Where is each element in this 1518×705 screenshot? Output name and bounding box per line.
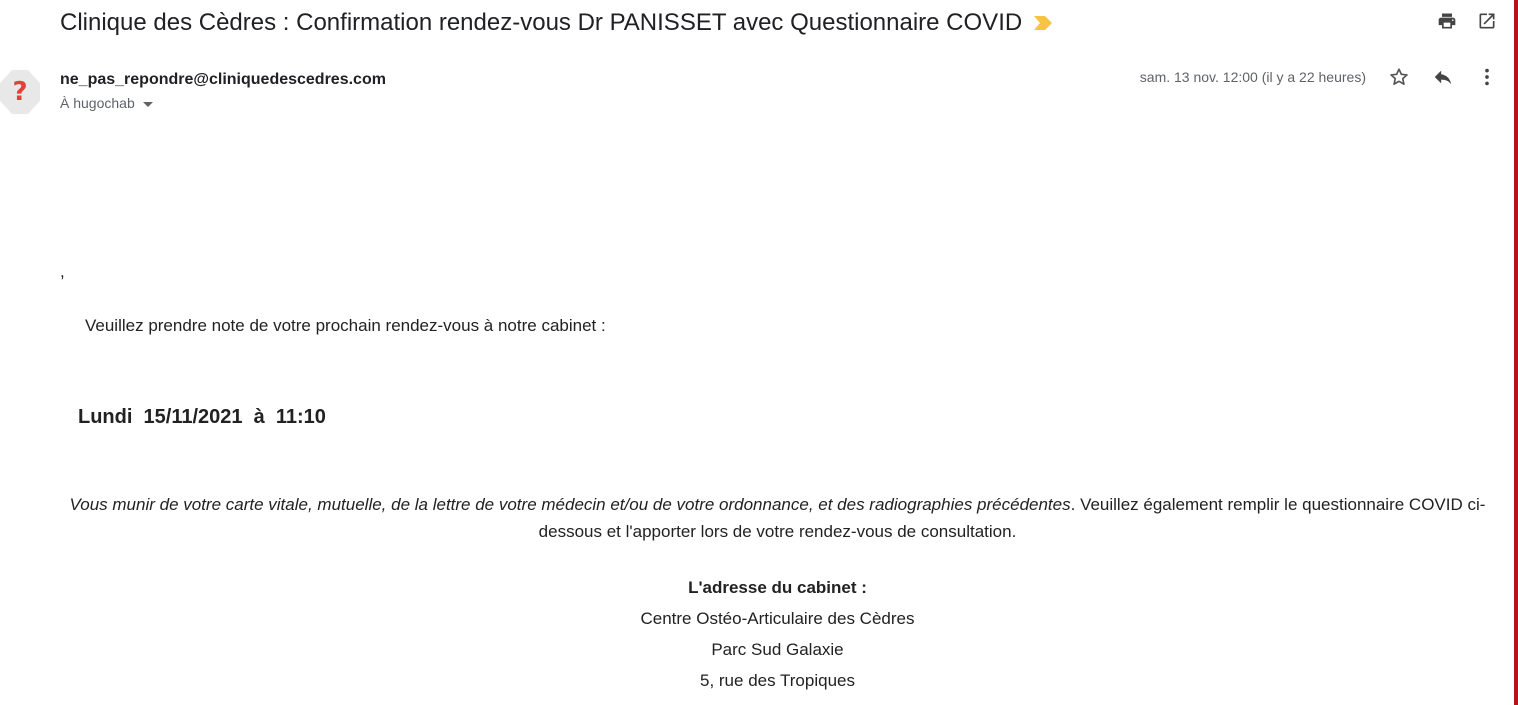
greeting-comma: , (60, 262, 65, 281)
print-icon[interactable] (1436, 10, 1458, 32)
address-title: L'adresse du cabinet : (688, 578, 867, 597)
reply-icon[interactable] (1432, 66, 1454, 88)
email-subject: Clinique des Cèdres : Confirmation rende… (60, 9, 1023, 36)
recipient-label: À hugochab (60, 95, 135, 111)
address-line: 5, rue des Tropiques (700, 671, 855, 690)
message-date: sam. 13 nov. 12:00 (il y a 22 heures) (1139, 69, 1366, 85)
importance-marker-icon[interactable] (1034, 16, 1053, 30)
open-in-new-window-icon[interactable] (1476, 10, 1498, 32)
address-line: Parc Sud Galaxie (711, 640, 844, 659)
message-meta: sam. 13 nov. 12:00 (il y a 22 heures) (1140, 66, 1498, 88)
address-line: Centre Ostéo-Articulaire des Cèdres (640, 609, 915, 628)
star-icon[interactable] (1388, 66, 1410, 88)
sender-address[interactable]: ne_pas_repondre@cliniquedescedres.com (60, 71, 386, 89)
recipient-row[interactable]: À hugochab (60, 95, 153, 111)
sender-avatar[interactable]: ? (0, 70, 40, 114)
chevron-down-icon[interactable] (142, 101, 153, 107)
unknown-sender-icon: ? (12, 77, 28, 107)
subject-row: Clinique des Cèdres : Confirmation rende… (60, 6, 1053, 40)
instructions-italic: Vous munir de votre carte vitale, mutuel… (69, 495, 1071, 514)
intro-text: Veuillez prendre note de votre prochain … (85, 316, 606, 335)
appointment-datetime: Lundi 15/11/2021 à 11:10 (78, 406, 326, 428)
top-actions (1436, 10, 1498, 32)
more-vertical-icon[interactable] (1476, 66, 1498, 88)
window-edge-strip (1514, 0, 1518, 705)
instructions-text: Vous munir de votre carte vitale, mutuel… (60, 491, 1495, 545)
